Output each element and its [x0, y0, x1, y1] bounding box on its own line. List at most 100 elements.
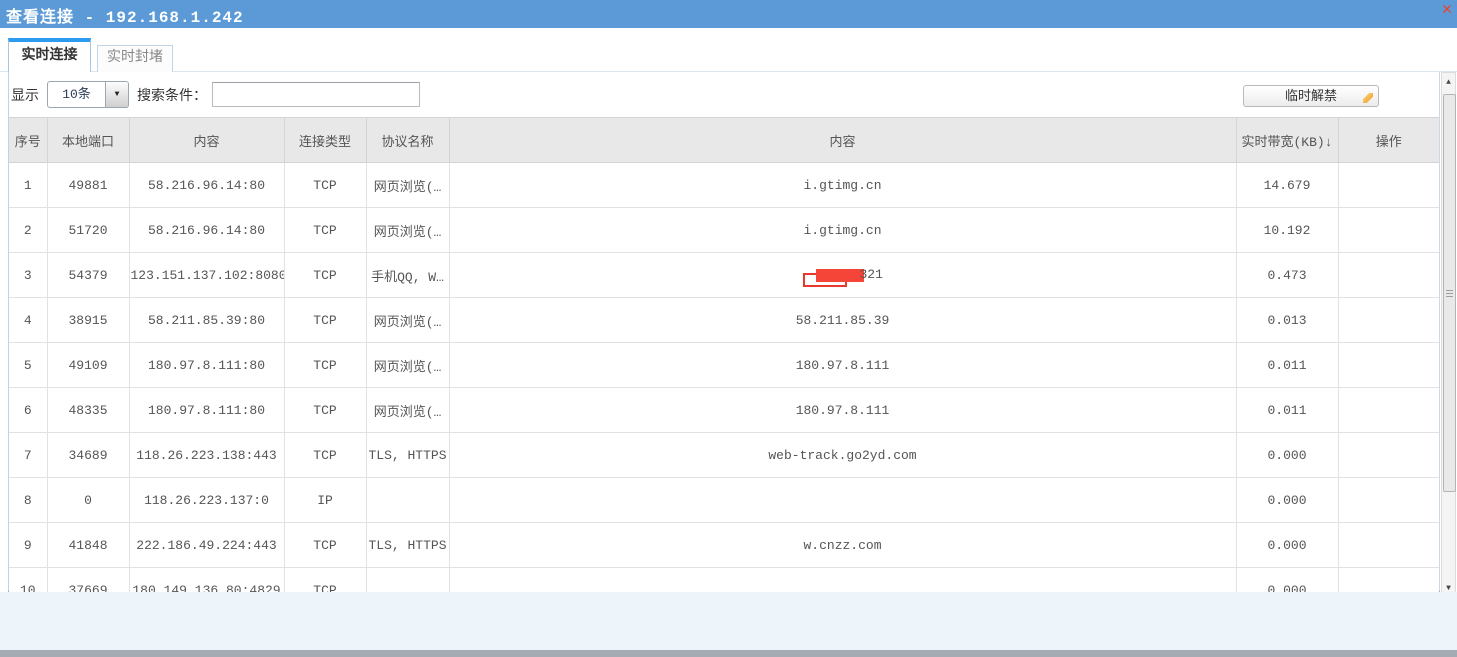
- cell-connection-type: TCP: [284, 298, 366, 343]
- pencil-icon: [1363, 93, 1373, 103]
- cell-domain: 180.97.8.111: [449, 388, 1236, 433]
- table-row: 9 41848 222.186.49.224:443 TCP TLS, HTTP…: [9, 523, 1439, 568]
- cell-index: 4: [9, 298, 47, 343]
- cell-bandwidth: 0.000: [1236, 523, 1338, 568]
- cell-action: [1338, 343, 1439, 388]
- window-title: 查看连接 - 192.168.1.242: [6, 3, 244, 27]
- table-row: 8 0 118.26.223.137:0 IP 0.000: [9, 478, 1439, 523]
- cell-protocol: 网页浏览(…: [366, 208, 449, 253]
- cell-connection-type: TCP: [284, 163, 366, 208]
- cell-connection-type: TCP: [284, 253, 366, 298]
- cell-bandwidth: 10.192: [1236, 208, 1338, 253]
- cell-local-port: 38915: [47, 298, 129, 343]
- col-header-index[interactable]: 序号: [9, 118, 47, 163]
- col-header-bandwidth-sorted[interactable]: 实时带宽(KB)↓: [1236, 118, 1338, 163]
- vertical-scrollbar[interactable]: ▲ ▼: [1441, 72, 1456, 600]
- table-row: 2 51720 58.216.96.14:80 TCP 网页浏览(… i.gti…: [9, 208, 1439, 253]
- cell-bandwidth: 0.000: [1236, 478, 1338, 523]
- cell-content: 118.26.223.137:0: [129, 478, 284, 523]
- footer-area: [0, 592, 1457, 650]
- cell-domain: web-track.go2yd.com: [449, 433, 1236, 478]
- cell-connection-type: TCP: [284, 343, 366, 388]
- cell-content: 180.97.8.111:80: [129, 388, 284, 433]
- cell-content: 180.97.8.111:80: [129, 343, 284, 388]
- col-header-connection-type[interactable]: 连接类型: [284, 118, 366, 163]
- cell-action: [1338, 433, 1439, 478]
- cell-local-port: 49109: [47, 343, 129, 388]
- search-input[interactable]: [212, 82, 420, 107]
- bottom-strip: [0, 650, 1457, 657]
- tab-realtime-blocking[interactable]: 实时封堵: [97, 45, 173, 72]
- scrollbar-thumb[interactable]: [1443, 94, 1456, 492]
- cell-domain: w.cnzz.com: [449, 523, 1236, 568]
- scroll-up-icon[interactable]: ▲: [1442, 76, 1455, 90]
- cell-bandwidth: 0.011: [1236, 388, 1338, 433]
- cell-bandwidth: 14.679: [1236, 163, 1338, 208]
- col-header-local-port[interactable]: 本地端口: [47, 118, 129, 163]
- cell-index: 5: [9, 343, 47, 388]
- cell-index: 1: [9, 163, 47, 208]
- cell-content: 58.211.85.39:80: [129, 298, 284, 343]
- cell-action: [1338, 208, 1439, 253]
- cell-action: [1338, 388, 1439, 433]
- cell-domain: 58.211.85.39: [449, 298, 1236, 343]
- chevron-down-icon[interactable]: ▼: [105, 82, 128, 107]
- page-size-value: 10条: [48, 82, 105, 107]
- redacted-visible-text: 321: [860, 267, 883, 282]
- tab-label: 实时封堵: [107, 50, 163, 66]
- redaction-fill: [816, 269, 864, 282]
- cell-index: 3: [9, 253, 47, 298]
- cell-protocol: TLS, HTTPS: [366, 523, 449, 568]
- cell-connection-type: IP: [284, 478, 366, 523]
- table-row: 6 48335 180.97.8.111:80 TCP 网页浏览(… 180.9…: [9, 388, 1439, 433]
- cell-action: [1338, 253, 1439, 298]
- cell-local-port: 41848: [47, 523, 129, 568]
- cell-local-port: 51720: [47, 208, 129, 253]
- window-titlebar: 查看连接 - 192.168.1.242 ✕: [0, 0, 1457, 28]
- page-size-select[interactable]: 10条 ▼: [47, 81, 129, 108]
- view-connections-window: 查看连接 - 192.168.1.242 ✕ 实时连接 实时封堵 显示 10条 …: [0, 0, 1457, 657]
- temporary-unban-label: 临时解禁: [1285, 89, 1337, 104]
- tab-realtime-connections[interactable]: 实时连接: [8, 38, 91, 72]
- cell-content: 222.186.49.224:443: [129, 523, 284, 568]
- cell-connection-type: TCP: [284, 433, 366, 478]
- col-header-action[interactable]: 操作: [1338, 118, 1439, 163]
- cell-domain-redacted: 321: [449, 253, 1236, 298]
- search-label: 搜索条件：: [137, 85, 207, 105]
- cell-index: 2: [9, 208, 47, 253]
- cell-protocol: 网页浏览(…: [366, 163, 449, 208]
- cell-local-port: 48335: [47, 388, 129, 433]
- cell-bandwidth: 0.473: [1236, 253, 1338, 298]
- col-header-content[interactable]: 内容: [129, 118, 284, 163]
- table-header-row: 序号 本地端口 内容 连接类型 协议名称 内容 实时带宽(KB)↓ 操作: [9, 118, 1439, 163]
- table-row: 4 38915 58.211.85.39:80 TCP 网页浏览(… 58.21…: [9, 298, 1439, 343]
- cell-connection-type: TCP: [284, 388, 366, 433]
- cell-index: 8: [9, 478, 47, 523]
- cell-local-port: 49881: [47, 163, 129, 208]
- toolbar: 显示 10条 ▼ 搜索条件： 临时解禁: [9, 72, 1439, 117]
- temporary-unban-button[interactable]: 临时解禁: [1243, 85, 1379, 107]
- cell-domain: i.gtimg.cn: [449, 208, 1236, 253]
- cell-content: 123.151.137.102:8080: [129, 253, 284, 298]
- col-header-content2[interactable]: 内容: [449, 118, 1236, 163]
- cell-domain: [449, 478, 1236, 523]
- cell-local-port: 54379: [47, 253, 129, 298]
- cell-content: 58.216.96.14:80: [129, 208, 284, 253]
- close-icon[interactable]: ✕: [1437, 0, 1457, 22]
- col-header-protocol-name[interactable]: 协议名称: [366, 118, 449, 163]
- cell-bandwidth: 0.013: [1236, 298, 1338, 343]
- cell-local-port: 0: [47, 478, 129, 523]
- scrollbar-grip-icon: [1446, 290, 1453, 297]
- cell-domain: 180.97.8.111: [449, 343, 1236, 388]
- redaction-marks: 321: [803, 266, 883, 284]
- cell-connection-type: TCP: [284, 208, 366, 253]
- cell-content: 118.26.223.138:443: [129, 433, 284, 478]
- cell-protocol: 网页浏览(…: [366, 298, 449, 343]
- cell-local-port: 34689: [47, 433, 129, 478]
- table-row: 3 54379 123.151.137.102:8080 TCP 手机QQ, W…: [9, 253, 1439, 298]
- cell-protocol: [366, 478, 449, 523]
- cell-action: [1338, 298, 1439, 343]
- cell-connection-type: TCP: [284, 523, 366, 568]
- cell-action: [1338, 163, 1439, 208]
- cell-action: [1338, 523, 1439, 568]
